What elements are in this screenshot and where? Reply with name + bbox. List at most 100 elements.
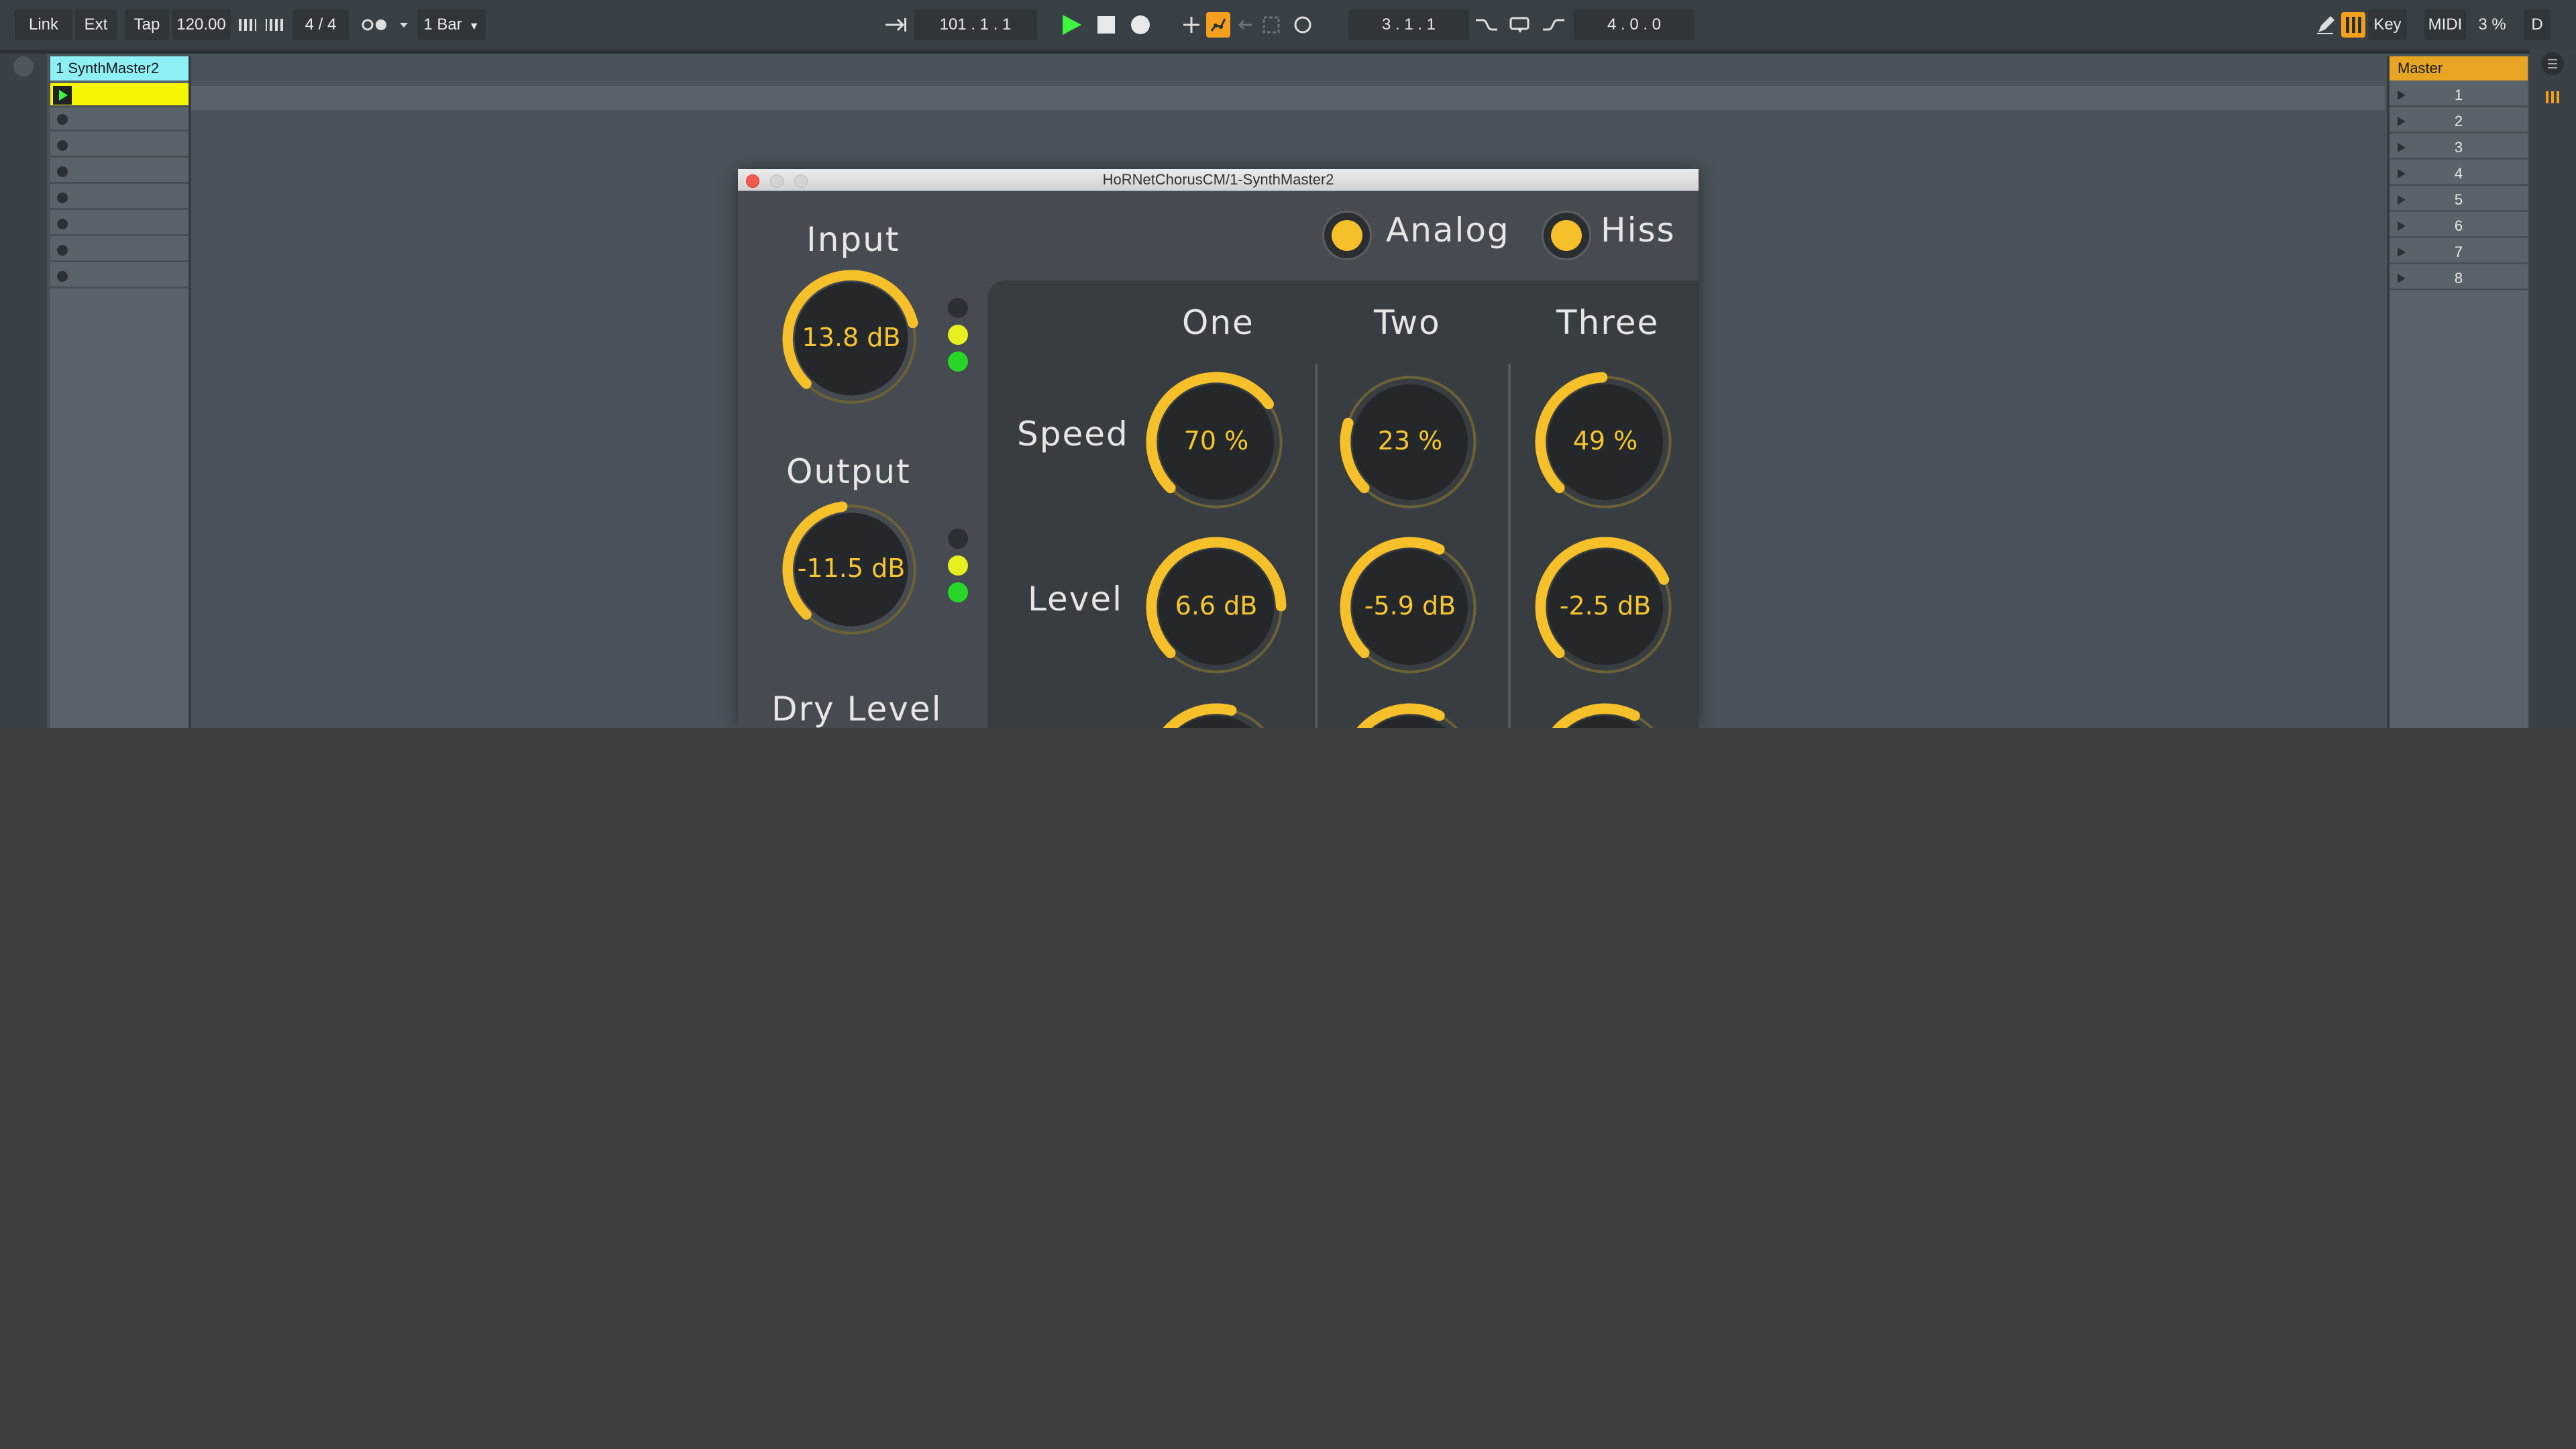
scene-play-icon[interactable] (2398, 169, 2406, 178)
capture-midi-icon[interactable] (1260, 12, 1283, 38)
nudge-up-icon[interactable] (263, 12, 287, 38)
right-strip (2529, 50, 2576, 728)
level-one-knob[interactable]: 6.6 dB (1146, 537, 1287, 678)
speed-label: Speed (1017, 415, 1129, 453)
tap-tempo-button[interactable]: Tap (125, 9, 169, 40)
scene-launch[interactable]: 8 (2390, 266, 2528, 290)
scene-launch[interactable]: 2 (2390, 109, 2528, 133)
column-divider (1315, 364, 1318, 728)
clip-slot[interactable] (50, 186, 189, 210)
clip-slot[interactable] (50, 107, 189, 131)
knob-graphic (1163, 703, 1265, 728)
follow-icon[interactable] (883, 12, 910, 38)
arrangement-position-field[interactable]: 101 . 1 . 1 (914, 9, 1037, 40)
scene-play-icon[interactable] (2398, 117, 2406, 126)
level-label: Level (1028, 580, 1123, 619)
chevron-down-icon[interactable] (396, 12, 412, 38)
link-button[interactable]: Link (15, 9, 72, 40)
level-three-value: -2.5 dB (1559, 591, 1652, 621)
depth-two-knob[interactable] (1340, 703, 1481, 728)
punch-in-icon[interactable] (1473, 12, 1500, 38)
selected-scene-row (191, 86, 2385, 110)
loop-start-field[interactable]: 3 . 1 . 1 (1348, 9, 1469, 40)
scene-number: 8 (2454, 270, 2463, 286)
track-title[interactable]: 1 SynthMaster2 (50, 56, 189, 80)
clip-stop-icon[interactable] (57, 245, 68, 256)
scene-launch[interactable]: 7 (2390, 240, 2528, 264)
scene-launch[interactable]: 5 (2390, 188, 2528, 212)
clip-stop-icon[interactable] (57, 114, 68, 125)
speed-two-knob[interactable]: 23 % (1340, 372, 1481, 513)
scene-launch[interactable]: 1 (2390, 83, 2528, 107)
master-title[interactable]: Master (2390, 56, 2528, 80)
clip-stop-icon[interactable] (57, 271, 68, 282)
scene-play-icon[interactable] (2398, 143, 2406, 152)
clip-slot-active[interactable] (50, 83, 189, 107)
clip-slot[interactable] (50, 133, 189, 158)
analog-toggle[interactable] (1322, 211, 1372, 260)
knob-graphic (1357, 703, 1458, 728)
computer-midi-keyboard-icon[interactable] (2341, 12, 2365, 38)
level-three-knob[interactable]: -2.5 dB (1535, 537, 1676, 678)
level-two-value: -5.9 dB (1364, 591, 1456, 621)
speed-three-knob[interactable]: 49 % (1535, 372, 1676, 513)
speed-one-knob[interactable]: 70 % (1146, 372, 1287, 513)
scene-play-icon[interactable] (2398, 195, 2406, 205)
depth-one-knob[interactable] (1146, 703, 1287, 728)
tempo-field[interactable]: 120.00 (172, 9, 231, 40)
session-record-icon[interactable] (1291, 12, 1315, 38)
metronome-icon[interactable] (361, 12, 390, 38)
clip-slot[interactable] (50, 238, 189, 262)
overdub-plus-icon[interactable] (1179, 12, 1203, 38)
knob-graphic (1552, 703, 1654, 728)
time-signature-field[interactable]: 4 / 4 (292, 9, 349, 40)
browser-toggle-icon[interactable] (13, 56, 34, 76)
clip-stop-icon[interactable] (57, 140, 68, 151)
input-signal-led (948, 352, 968, 372)
plugin-titlebar[interactable]: HoRNetChorusCM/1-SynthMaster2 (738, 169, 1699, 191)
automation-arm-icon[interactable] (1206, 12, 1230, 38)
cpu-load-meter: 3 % (2478, 15, 2506, 34)
clip-play-icon[interactable] (53, 86, 72, 105)
input-gain-knob[interactable]: 13.8 dB (782, 270, 920, 408)
nudge-down-icon[interactable] (236, 12, 260, 38)
stop-icon[interactable] (1093, 12, 1120, 38)
level-two-knob[interactable]: -5.9 dB (1340, 537, 1481, 678)
scene-play-icon[interactable] (2398, 91, 2406, 100)
scene-play-icon[interactable] (2398, 274, 2406, 283)
play-icon[interactable] (1057, 12, 1084, 38)
record-icon[interactable] (1127, 12, 1154, 38)
speed-three-value: 49 % (1572, 426, 1638, 455)
clip-stop-icon[interactable] (57, 219, 68, 229)
mixer-view-icon[interactable] (2541, 86, 2564, 109)
hard-disk-overload-indicator: D (2524, 9, 2551, 40)
level-one-value: 6.6 dB (1175, 591, 1258, 621)
clip-slot[interactable] (50, 212, 189, 236)
ext-sync-button[interactable]: Ext (75, 9, 117, 40)
loop-switch-icon[interactable] (1507, 12, 1534, 38)
hiss-toggle[interactable] (1542, 211, 1591, 260)
scene-launch[interactable]: 3 (2390, 136, 2528, 160)
menu-icon[interactable] (2541, 52, 2564, 75)
loop-length-field[interactable]: 4 . 0 . 0 (1574, 9, 1695, 40)
clip-stop-icon[interactable] (57, 193, 68, 203)
scene-play-icon[interactable] (2398, 221, 2406, 231)
scene-launch[interactable]: 6 (2390, 214, 2528, 238)
dry-level-label: Dry Level (771, 690, 943, 728)
quantization-select[interactable]: 1 Bar ▼ (417, 9, 486, 40)
punch-out-icon[interactable] (1540, 12, 1567, 38)
clip-stop-icon[interactable] (57, 166, 68, 177)
reenable-automation-icon[interactable] (1234, 12, 1257, 38)
scene-number: 1 (2454, 87, 2463, 103)
scene-launch[interactable]: 4 (2390, 162, 2528, 186)
output-gain-knob[interactable]: -11.5 dB (782, 500, 920, 639)
clip-slot[interactable] (50, 160, 189, 184)
clip-slot[interactable] (50, 264, 189, 288)
key-map-button[interactable]: Key (2368, 9, 2407, 40)
scene-number: 4 (2454, 165, 2463, 182)
draw-mode-pencil-icon[interactable] (2313, 12, 2337, 38)
scene-play-icon[interactable] (2398, 248, 2406, 257)
analog-label: Analog (1386, 211, 1510, 250)
depth-three-knob[interactable] (1535, 703, 1676, 728)
midi-map-button[interactable]: MIDI (2424, 9, 2466, 40)
